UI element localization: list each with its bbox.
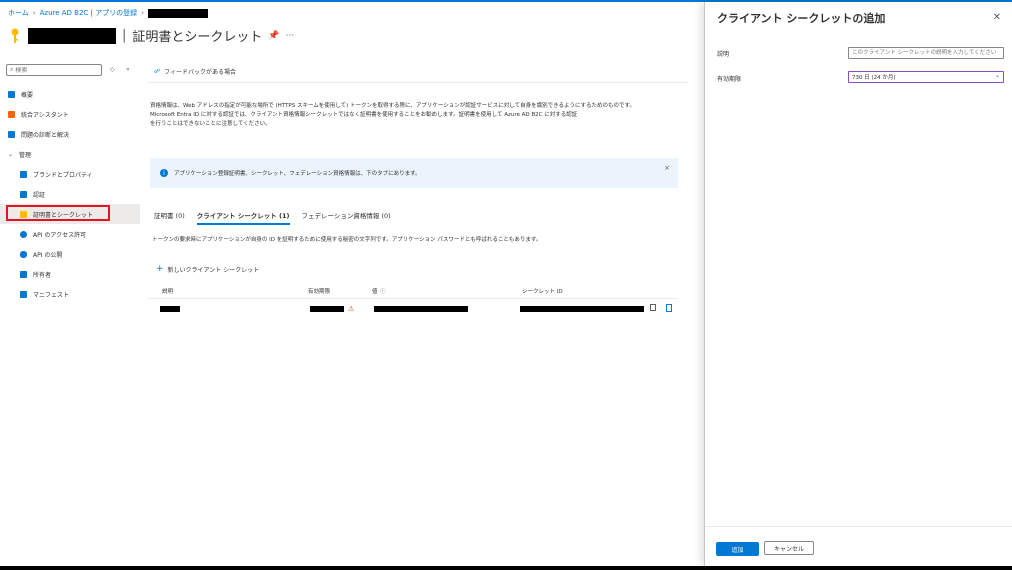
sidebar-item-label: 所有者 xyxy=(33,271,52,279)
credential-tabs: 証明書 (0) クライアント シークレット (1) フェデレーション資格情報 (… xyxy=(154,210,391,225)
sidebar-item-overview[interactable]: 概要 xyxy=(0,84,140,104)
redacted-secret-id xyxy=(520,306,644,312)
auth-icon xyxy=(20,190,27,198)
redacted-expires xyxy=(310,306,344,312)
close-icon[interactable]: × xyxy=(664,164,670,172)
sidebar-item-api-permissions[interactable]: API のアクセス許可 xyxy=(0,224,140,244)
sidebar-item-branding[interactable]: ブランドとプロパティ xyxy=(0,164,140,184)
sidebar-item-label: API のアクセス許可 xyxy=(33,231,87,239)
tab-description: トークンの要求時にアプリケーションが自身の ID を証明するために使用する秘密の… xyxy=(152,237,542,243)
rocket-icon xyxy=(8,110,15,118)
table-row: ⚠ xyxy=(148,300,678,318)
expiry-label: 有効期限 xyxy=(717,76,742,83)
chevron-down-icon: ⌄ xyxy=(994,72,1000,79)
redacted-app-name xyxy=(147,8,208,18)
column-header-description: 説明 xyxy=(162,289,174,295)
more-icon[interactable]: ··· xyxy=(286,31,295,41)
bottom-bar xyxy=(0,566,1012,570)
page-description: 資格情報は、Web アドレスの指定が可能な場所で (HTTPS スキームを使用し… xyxy=(150,102,680,129)
tab-certificates[interactable]: 証明書 (0) xyxy=(154,210,185,225)
sidebar-item-authentication[interactable]: 認証 xyxy=(0,184,140,204)
toolbar-divider xyxy=(148,82,688,83)
breadcrumb-tenant[interactable]: Azure AD B2C | アプリの登録 xyxy=(40,8,138,18)
sidebar-group-manage[interactable]: ⌄ 管理 xyxy=(0,144,140,164)
new-client-secret-button[interactable]: + 新しいクライアント シークレット xyxy=(156,264,259,274)
column-header-expires: 有効期限 xyxy=(308,289,331,295)
sidebar-item-label: API の公開 xyxy=(33,251,63,259)
add-button[interactable]: 追加 xyxy=(716,542,759,556)
expiry-select[interactable]: 730 日 (24 か月) ⌄ xyxy=(848,71,1004,83)
panel-footer-divider xyxy=(705,526,1012,527)
sidebar-nav: 概要 統合アシスタント 問題の診断と解決 ⌄ 管理 ブランドとプロパティ 認証 … xyxy=(0,84,140,304)
sidebar-item-label: ブランドとプロパティ xyxy=(33,171,93,179)
copy-icon[interactable] xyxy=(650,304,656,311)
description-label: 説明 xyxy=(717,51,730,58)
sidebar-item-label: 認証 xyxy=(33,191,46,199)
description-line: Microsoft Entra ID に対する認証では、クライアント資格情報シー… xyxy=(150,112,578,118)
breadcrumb: ホーム › Azure AD B2C | アプリの登録 › xyxy=(8,8,208,18)
redacted-description xyxy=(160,306,180,312)
sidebar-search[interactable]: ⌕ xyxy=(6,64,102,76)
info-text: アプリケーション登録証明書、シークレット、フェデレーション資格情報は、下のタブに… xyxy=(174,171,421,177)
redacted-app-title xyxy=(28,27,116,44)
chevron-right-icon: › xyxy=(141,9,144,17)
manifest-icon xyxy=(20,290,27,298)
feedback-label: フィードバックがある場合 xyxy=(164,69,236,76)
sidebar-item-label: マニフェスト xyxy=(33,291,70,299)
page-header: | 証明書とシークレット 📌 ··· xyxy=(8,26,294,45)
panel-title: クライアント シークレットの追加 xyxy=(717,12,886,25)
description-input[interactable] xyxy=(848,47,1004,59)
warning-icon: ⚠ xyxy=(348,305,355,313)
sidebar-item-expose-api[interactable]: API の公開 xyxy=(0,244,140,264)
collapse-icon[interactable]: « xyxy=(126,66,130,73)
secrets-table-header: 説明 有効期限 値 ⓘ シークレット ID xyxy=(148,284,678,299)
grid-icon xyxy=(8,90,15,98)
description-line: を行うことはできないことに注意してください。 xyxy=(150,121,271,127)
delete-icon[interactable] xyxy=(666,304,672,312)
feedback-icon: ☍ xyxy=(154,68,161,75)
highlight-box xyxy=(6,205,110,221)
tab-federated-credentials[interactable]: フェデレーション資格情報 (0) xyxy=(302,210,391,225)
chevron-right-icon: › xyxy=(32,9,36,17)
description-line: 資格情報は、Web アドレスの指定が可能な場所で (HTTPS スキームを使用し… xyxy=(150,103,635,109)
breadcrumb-home[interactable]: ホーム xyxy=(8,8,29,18)
column-header-value: 値 xyxy=(372,289,378,295)
cloud-icon xyxy=(20,250,27,258)
sidebar-item-label: 統合アシスタント xyxy=(21,111,69,119)
wrench-icon xyxy=(8,130,15,138)
sidebar-item-manifest[interactable]: マニフェスト xyxy=(0,284,140,304)
info-banner: i アプリケーション登録証明書、シークレット、フェデレーション資格情報は、下のタ… xyxy=(150,158,678,188)
search-input[interactable] xyxy=(13,66,86,74)
owners-icon xyxy=(20,270,27,278)
info-icon: i xyxy=(160,169,168,177)
add-secret-panel: クライアント シークレットの追加 ✕ 説明 有効期限 730 日 (24 か月)… xyxy=(704,2,1012,566)
api-icon xyxy=(20,230,27,238)
page-title: 証明書とシークレット xyxy=(132,30,263,45)
new-secret-label: 新しいクライアント シークレット xyxy=(167,266,260,274)
brand-icon xyxy=(20,170,27,178)
sidebar-item-label: 管理 xyxy=(19,151,32,159)
column-header-secret-id: シークレット ID xyxy=(522,289,563,295)
expiry-value: 730 日 (24 か月) xyxy=(852,75,896,81)
pin-icon[interactable]: 📌 xyxy=(268,31,279,41)
redacted-value xyxy=(374,306,468,312)
sidebar-item-certificates-secrets[interactable]: 証明書とシークレット xyxy=(0,204,140,224)
sidebar-item-label: 問題の診断と解決 xyxy=(21,131,70,139)
info-icon: ⓘ xyxy=(380,289,386,295)
title-separator: | xyxy=(122,28,127,43)
key-icon xyxy=(11,28,19,43)
sidebar-item-owners[interactable]: 所有者 xyxy=(0,264,140,284)
chevron-down-icon: ⌄ xyxy=(8,150,14,158)
sidebar-item-integration-assistant[interactable]: 統合アシスタント xyxy=(0,104,140,124)
main-content: ☍ フィードバックがある場合 資格情報は、Web アドレスの指定が可能な場所で … xyxy=(148,60,688,566)
sidebar-item-label: 概要 xyxy=(21,91,34,99)
sidebar-item-diagnose[interactable]: 問題の診断と解決 xyxy=(0,124,140,144)
plus-icon: + xyxy=(156,264,164,274)
tab-client-secrets[interactable]: クライアント シークレット (1) xyxy=(196,210,290,225)
cancel-button[interactable]: キャンセル xyxy=(764,541,814,555)
feedback-link[interactable]: ☍ フィードバックがある場合 xyxy=(154,67,236,76)
expand-icon[interactable]: ◇ xyxy=(110,66,115,73)
close-icon[interactable]: ✕ xyxy=(993,12,1001,23)
sidebar: ⌕ ◇ « 概要 統合アシスタント 問題の診断と解決 ⌄ 管理 ブランドとプロパ… xyxy=(0,60,140,566)
